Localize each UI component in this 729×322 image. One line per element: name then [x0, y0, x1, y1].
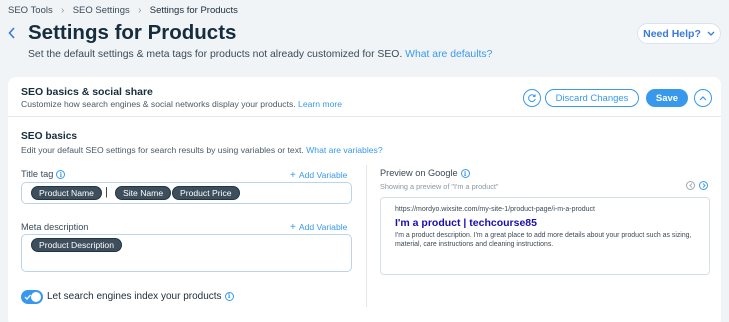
collapse-button[interactable] — [694, 89, 712, 107]
discard-changes-button[interactable]: Discard Changes — [545, 89, 639, 107]
page-title: Settings for Products — [28, 21, 237, 44]
preview-label: Preview on Google i — [380, 168, 470, 179]
card-title: SEO basics & social share — [21, 86, 153, 98]
preview-title: I'm a product | techcourse85 — [395, 217, 537, 229]
variable-chip[interactable]: Product Price — [172, 186, 240, 200]
info-icon[interactable]: i — [56, 170, 66, 180]
variable-chip[interactable]: Product Name — [31, 186, 102, 200]
info-icon[interactable]: i — [460, 169, 470, 179]
breadcrumb: SEO Tools › SEO Settings › Settings for … — [8, 5, 238, 16]
seo-basics-card: SEO basics & social share Customize how … — [8, 77, 721, 322]
chevron-left-icon — [688, 183, 692, 188]
next-product-button[interactable] — [699, 181, 708, 190]
card-header: SEO basics & social share Customize how … — [8, 77, 721, 117]
reset-icon — [528, 94, 536, 103]
preview-description: I'm a product description. I'm a great p… — [395, 232, 692, 249]
page-subtitle-text: Set the default settings & meta tags for… — [28, 49, 403, 60]
breadcrumb-seo-tools[interactable]: SEO Tools — [8, 5, 53, 16]
breadcrumb-current: Settings for Products — [149, 5, 238, 16]
need-help-label: Need Help? — [643, 27, 701, 40]
preview-url: https://mordyo.wixsite.com/my-site-1/pro… — [395, 206, 595, 213]
meta-description-input[interactable]: Product Description — [21, 234, 352, 272]
meta-description-add-variable-button[interactable]: + Add Variable — [290, 222, 347, 233]
chevron-right-icon — [702, 183, 706, 188]
variable-chip[interactable]: Product Description — [31, 238, 122, 252]
what-are-defaults-link[interactable]: What are defaults? — [405, 49, 492, 60]
index-toggle-label: Let search engines index your products i — [47, 291, 234, 302]
chip-separator: | — [105, 186, 108, 198]
previous-product-button[interactable] — [686, 181, 695, 190]
learn-more-link[interactable]: Learn more — [298, 99, 342, 109]
google-preview-card: https://mordyo.wixsite.com/my-site-1/pro… — [380, 197, 710, 275]
index-toggle-label-text: Let search engines index your products — [47, 291, 222, 302]
index-toggle[interactable] — [21, 290, 43, 304]
plus-icon: + — [290, 222, 296, 233]
plus-icon: + — [290, 170, 296, 181]
title-tag-label-text: Title tag — [21, 169, 54, 179]
chevron-up-icon — [699, 95, 707, 100]
chevron-down-icon — [707, 29, 715, 38]
meta-description-label: Meta description — [21, 222, 89, 232]
add-variable-label: Add Variable — [298, 222, 348, 232]
title-tag-label: Title tag i — [21, 169, 66, 180]
need-help-button[interactable]: Need Help? — [637, 23, 721, 44]
title-tag-add-variable-button[interactable]: + Add Variable — [290, 170, 347, 181]
page-subtitle: Set the default settings & meta tags for… — [28, 49, 492, 60]
breadcrumb-seo-settings[interactable]: SEO Settings — [73, 5, 130, 16]
info-icon[interactable]: i — [224, 291, 234, 301]
variable-chip[interactable]: Site Name — [115, 186, 172, 200]
reset-button[interactable] — [523, 89, 541, 107]
section-subtitle-text: Edit your default SEO settings for searc… — [21, 145, 304, 155]
what-are-variables-link[interactable]: What are variables? — [306, 145, 382, 155]
preview-showing-text: Showing a preview of "I'm a product" — [380, 182, 499, 191]
section-title: SEO basics — [21, 131, 78, 142]
section-subtitle: Edit your default SEO settings for searc… — [21, 145, 383, 155]
card-subtitle: Customize how search engines & social ne… — [21, 99, 342, 109]
chevron-right-icon: › — [61, 5, 65, 16]
chevron-left-icon[interactable] — [8, 27, 18, 39]
column-divider — [366, 165, 367, 307]
add-variable-label: Add Variable — [298, 170, 348, 180]
toggle-knob — [31, 292, 41, 302]
card-subtitle-text: Customize how search engines & social ne… — [21, 99, 296, 109]
title-tag-input[interactable]: Product Name | Site Name Product Price — [21, 182, 352, 204]
chevron-right-icon: › — [138, 5, 142, 16]
preview-label-text: Preview on Google — [380, 168, 458, 178]
save-button[interactable]: Save — [646, 89, 688, 107]
